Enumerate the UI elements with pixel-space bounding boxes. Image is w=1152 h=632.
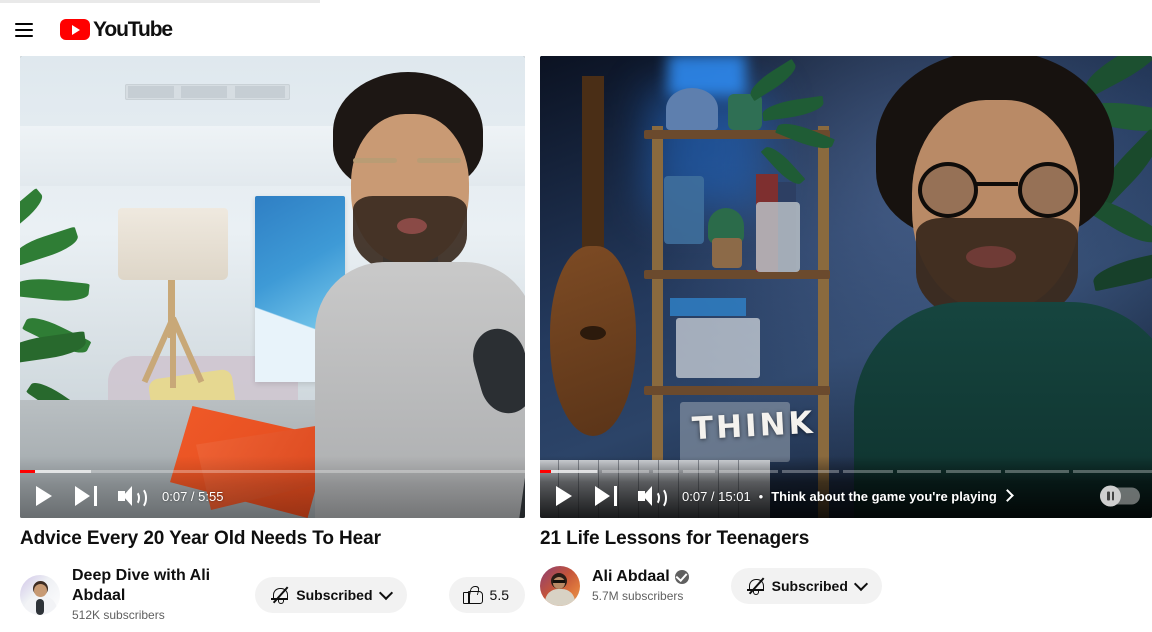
like-count-left: 5.5 [489,587,509,603]
channel-avatar-right[interactable] [540,566,580,606]
progress-played-left [20,470,36,473]
video-player-left[interactable]: 0:07 / 5:55 [20,56,525,518]
next-track-icon[interactable] [584,474,628,518]
video-meta-left: Advice Every 20 Year Old Needs To Hear D… [20,526,525,624]
youtube-page: YouTube 0:07 / 5:55 Advice Every 20 Year… [0,0,1152,632]
masthead: YouTube [0,3,1152,56]
video-title-right: 21 Life Lessons for Teenagers [540,528,810,549]
youtube-logo[interactable]: YouTube [60,10,173,50]
video-frame-right: THINK [540,56,1152,518]
volume-on-icon[interactable] [108,474,152,518]
player-controls-left: 0:07 / 5:55 [20,474,525,518]
chapter-title-text: Think about the game you're playing [771,488,997,504]
autoplay-toggle-right[interactable] [1100,485,1140,507]
video-frame-left [20,56,525,518]
chevron-right-icon [1000,488,1014,502]
channel-name-text-left: Deep Dive with Ali Abdaal [72,567,211,604]
volume-on-icon[interactable] [628,474,672,518]
bell-off-icon [271,586,289,604]
channel-name-right[interactable]: Ali Abdaal [592,567,689,587]
channel-name-text-right: Ali Abdaal [592,568,670,585]
thumbs-up-icon [462,586,483,604]
owner-info-right: Ali Abdaal 5.7M subscribers [592,567,689,605]
youtube-logo-text: YouTube [93,17,173,41]
player-controls-right: 0:07 / 15:01 • Think about the game you'… [540,474,1152,518]
youtube-logo-icon [60,19,90,40]
hamburger-menu-icon[interactable] [4,10,44,50]
like-button-left[interactable]: 5.5 [448,577,525,613]
channel-avatar-left[interactable] [20,575,60,615]
video-meta-right: 21 Life Lessons for Teenagers Ali Abdaal… [540,526,1152,606]
channel-name-left[interactable]: Deep Dive with Ali Abdaal [72,566,213,606]
chevron-down-icon [378,585,393,601]
verified-badge-icon [674,569,689,584]
chevron-down-icon [853,576,868,592]
owner-row-left: Deep Dive with Ali Abdaal 512K subscribe… [20,566,525,624]
time-display-left: 0:07 / 5:55 [162,488,224,504]
bell-off-icon [746,577,764,595]
subscribed-button-left[interactable]: Subscribed [255,577,407,613]
pause-icon [1100,485,1121,507]
subscribed-label-right: Subscribed [771,578,848,594]
play-icon[interactable] [20,474,64,518]
next-track-icon[interactable] [64,474,108,518]
time-display-right: 0:07 / 15:01 [682,488,751,504]
owner-info-left: Deep Dive with Ali Abdaal 512K subscribe… [72,566,213,624]
owner-row-right: Ali Abdaal 5.7M subscribers Subscribed [540,566,1152,606]
subscribed-label-left: Subscribed [296,587,373,603]
video-player-right[interactable]: THINK 0:07 / 15:01 • Think about the gam… [540,56,1152,518]
play-icon[interactable] [540,474,584,518]
subscriber-count-left: 512K subscribers [72,608,165,622]
chapter-title-right[interactable]: Think about the game you're playing [771,488,1014,504]
video-title-left: Advice Every 20 Year Old Needs To Hear [20,528,381,549]
caption-overlay-right: THINK [691,404,817,448]
chapter-separator: • [758,488,764,504]
subscribed-button-right[interactable]: Subscribed [730,568,882,604]
subscriber-count-right: 5.7M subscribers [592,589,684,603]
video-column-right: THINK 0:07 / 15:01 • Think about the gam… [540,56,1152,606]
video-column-left: 0:07 / 5:55 Advice Every 20 Year Old Nee… [20,56,525,622]
